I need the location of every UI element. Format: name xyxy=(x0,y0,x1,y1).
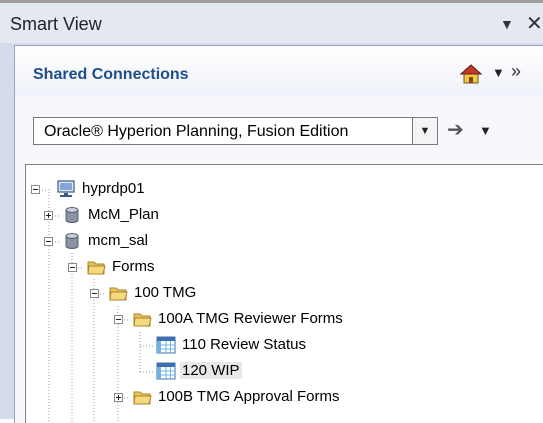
provider-selected-value: Oracle® Hyperion Planning, Fusion Editio… xyxy=(44,123,349,140)
provider-select[interactable]: Oracle® Hyperion Planning, Fusion Editio… xyxy=(33,117,438,145)
pane-title-bar: Smart View ▼ ✕ xyxy=(0,3,543,43)
connections-header: Shared Connections ▼ » xyxy=(15,46,543,96)
tree-node-label: 110 Review Status xyxy=(182,336,306,353)
collapse-toggle[interactable] xyxy=(68,263,77,272)
collapse-toggle[interactable] xyxy=(44,237,53,246)
shared-connections-label: Shared Connections xyxy=(33,66,189,83)
form-grid-icon xyxy=(156,362,176,380)
close-icon[interactable]: ✕ xyxy=(526,11,543,36)
tree-node-label: 100 TMG xyxy=(134,284,197,301)
folder-icon xyxy=(87,261,106,275)
expand-toggle[interactable] xyxy=(114,393,123,402)
connections-panel: Shared Connections ▼ » Oracle® Hyperion … xyxy=(14,45,543,423)
expand-toggle[interactable] xyxy=(44,211,53,220)
server-icon xyxy=(57,180,75,197)
tree-node-label: 120 WIP xyxy=(180,362,242,379)
pane-title: Smart View xyxy=(10,14,102,34)
tree-node-label: 100B TMG Approval Forms xyxy=(158,388,340,405)
tree-node-label: hyprdp01 xyxy=(82,180,145,197)
collapse-toggle[interactable] xyxy=(31,185,40,194)
home-dropdown-icon[interactable]: ▼ xyxy=(492,65,505,80)
folder-icon xyxy=(133,313,152,327)
pane-menu-icon[interactable]: ▼ xyxy=(500,16,514,32)
tree-node-label: McM_Plan xyxy=(88,206,159,223)
collapse-toggle[interactable] xyxy=(90,289,99,298)
tree-node-label: Forms xyxy=(112,258,155,275)
tree-node-label: 100A TMG Reviewer Forms xyxy=(158,310,343,327)
connection-tree: hyprdp01 McM_Plan mcm_sal Forms 100 TMG … xyxy=(25,164,543,423)
home-icon[interactable] xyxy=(460,64,482,84)
chevron-down-icon[interactable]: ▼ xyxy=(412,118,437,144)
tree-node-label: mcm_sal xyxy=(88,232,149,249)
folder-icon xyxy=(109,287,128,301)
database-icon xyxy=(65,207,79,223)
go-arrow-icon[interactable]: ➔ xyxy=(447,117,464,142)
database-icon xyxy=(65,233,79,249)
go-dropdown-icon[interactable]: ▼ xyxy=(479,123,492,138)
smart-view-pane: Smart View ▼ ✕ Shared Connections ▼ » Or… xyxy=(0,0,543,423)
form-grid-icon xyxy=(156,336,176,354)
folder-icon xyxy=(133,391,152,405)
collapse-toggle[interactable] xyxy=(114,315,123,324)
tree-connector-lines xyxy=(36,189,153,423)
more-options-icon[interactable]: » xyxy=(511,61,521,82)
